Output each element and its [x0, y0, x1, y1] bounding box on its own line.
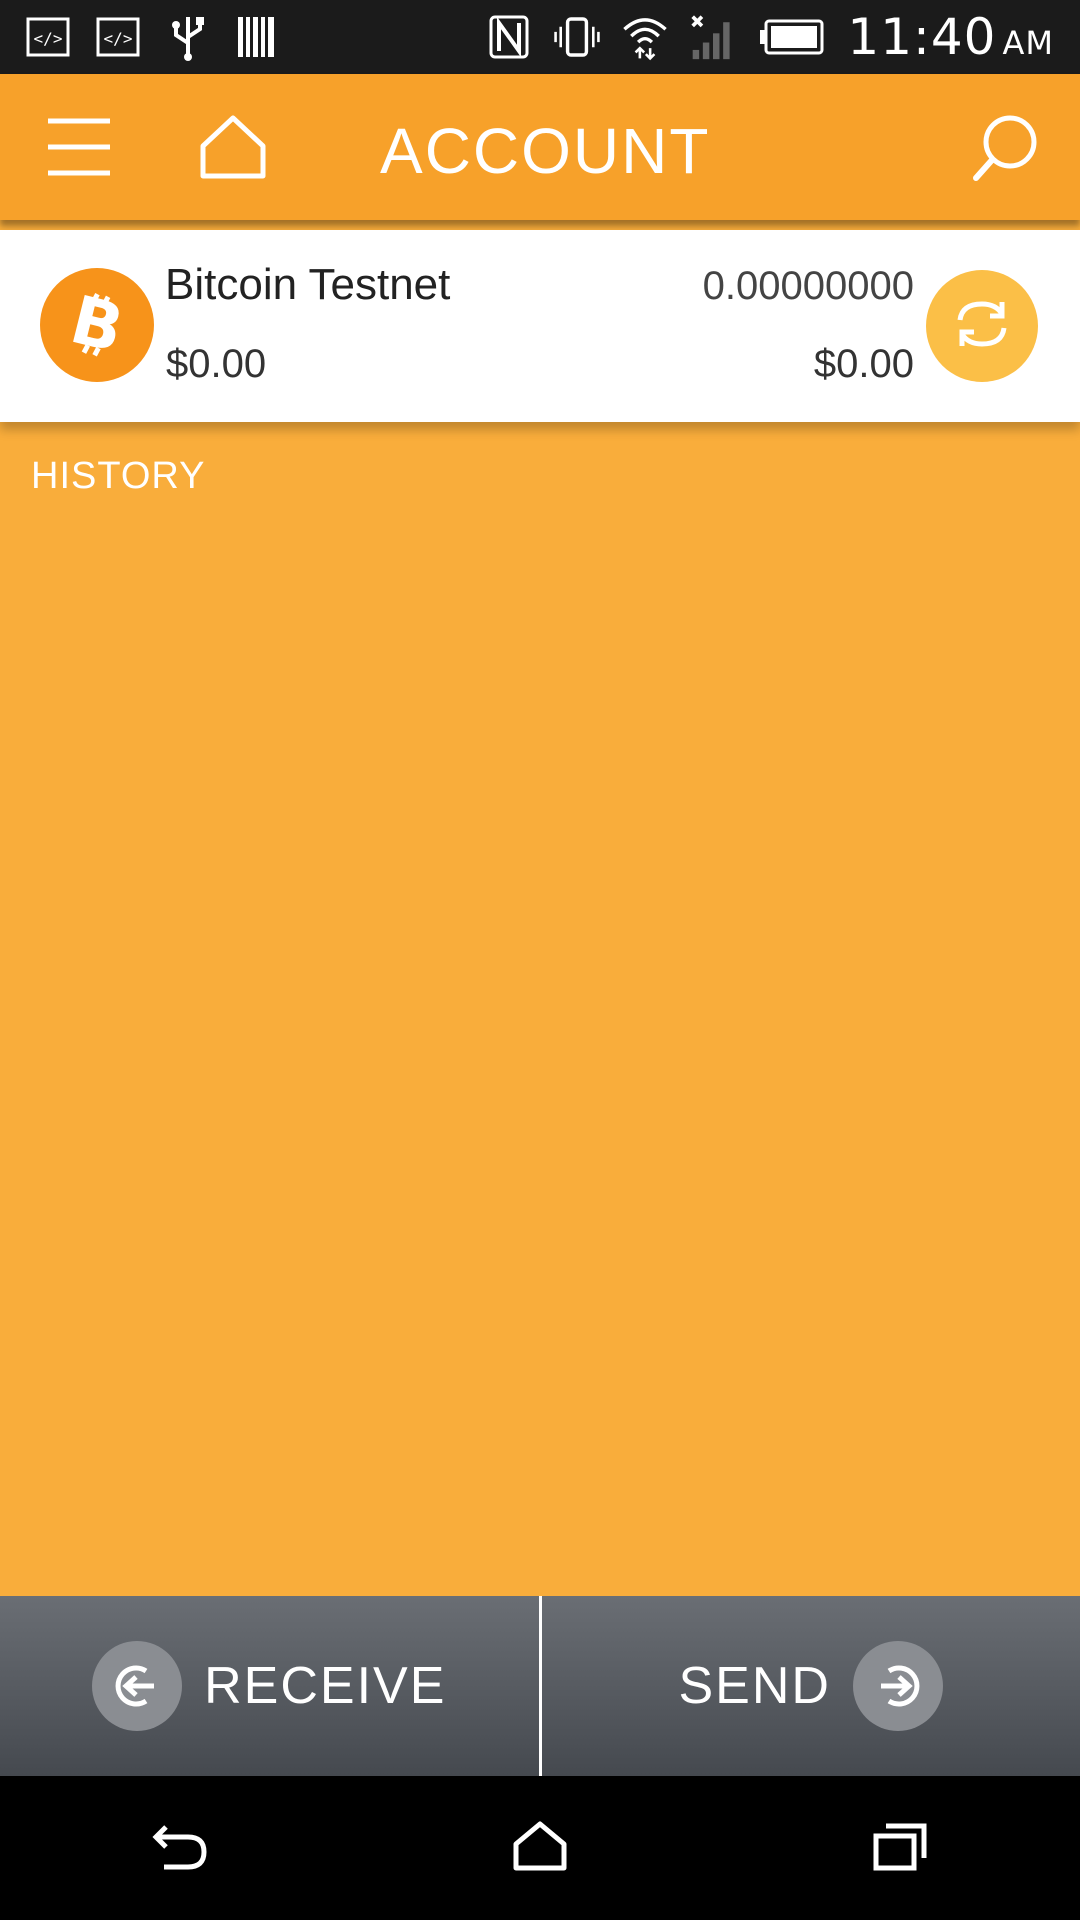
wifi-icon [621, 13, 669, 61]
nav-recents-button[interactable] [840, 1788, 960, 1908]
page-title: ACCOUNT [380, 115, 711, 187]
code-icon: </> [94, 13, 142, 61]
account-card[interactable]: B Bitcoin Testnet $0.00 0.00000000 $0.00 [0, 230, 1080, 422]
status-ampm: AM [1002, 24, 1054, 62]
nfc-icon [485, 13, 533, 61]
status-right-icons: 11:40 AM [485, 8, 1054, 66]
home-icon [512, 1820, 568, 1876]
action-bar: RECEIVE SEND [0, 1596, 1080, 1776]
search-icon [970, 112, 1040, 186]
barcode-icon [234, 13, 282, 61]
vibrate-icon [553, 13, 601, 61]
status-time: 11:40 AM [847, 8, 1054, 66]
status-left-icons: </> </> [24, 13, 282, 61]
account-balance-fiat: $0.00 [813, 342, 914, 386]
recents-icon [872, 1820, 928, 1876]
status-bar: </> </> 11:40 AM [0, 0, 1080, 74]
receive-label: RECEIVE [204, 1657, 447, 1715]
account-balance: 0.00000000 [702, 264, 914, 308]
code-icon: </> [24, 13, 72, 61]
receive-icon [92, 1641, 183, 1731]
home-button[interactable] [188, 104, 278, 194]
nav-back-button[interactable] [120, 1788, 240, 1908]
bitcoin-icon: B [40, 268, 154, 382]
app-bar: ACCOUNT [0, 74, 1080, 220]
account-name: Bitcoin Testnet [165, 260, 451, 309]
send-button[interactable]: SEND [542, 1596, 1080, 1776]
svg-text:</>: </> [34, 29, 63, 48]
exchange-button[interactable] [926, 270, 1038, 382]
nav-home-button[interactable] [480, 1788, 600, 1908]
send-icon [852, 1641, 943, 1731]
navigation-bar [0, 1776, 1080, 1920]
search-button[interactable] [960, 104, 1050, 194]
menu-button[interactable] [34, 104, 124, 194]
svg-text:</>: </> [104, 29, 133, 48]
history-label: HISTORY [31, 455, 206, 497]
menu-icon [44, 115, 114, 183]
account-fiat-value: $0.00 [166, 342, 267, 386]
back-icon [150, 1819, 210, 1877]
usb-icon [164, 13, 212, 61]
receive-button[interactable]: RECEIVE [0, 1596, 539, 1776]
send-label: SEND [678, 1657, 831, 1715]
signal-icon [689, 13, 737, 61]
battery-icon [757, 13, 827, 61]
home-icon [197, 112, 269, 186]
exchange-icon [950, 292, 1014, 360]
